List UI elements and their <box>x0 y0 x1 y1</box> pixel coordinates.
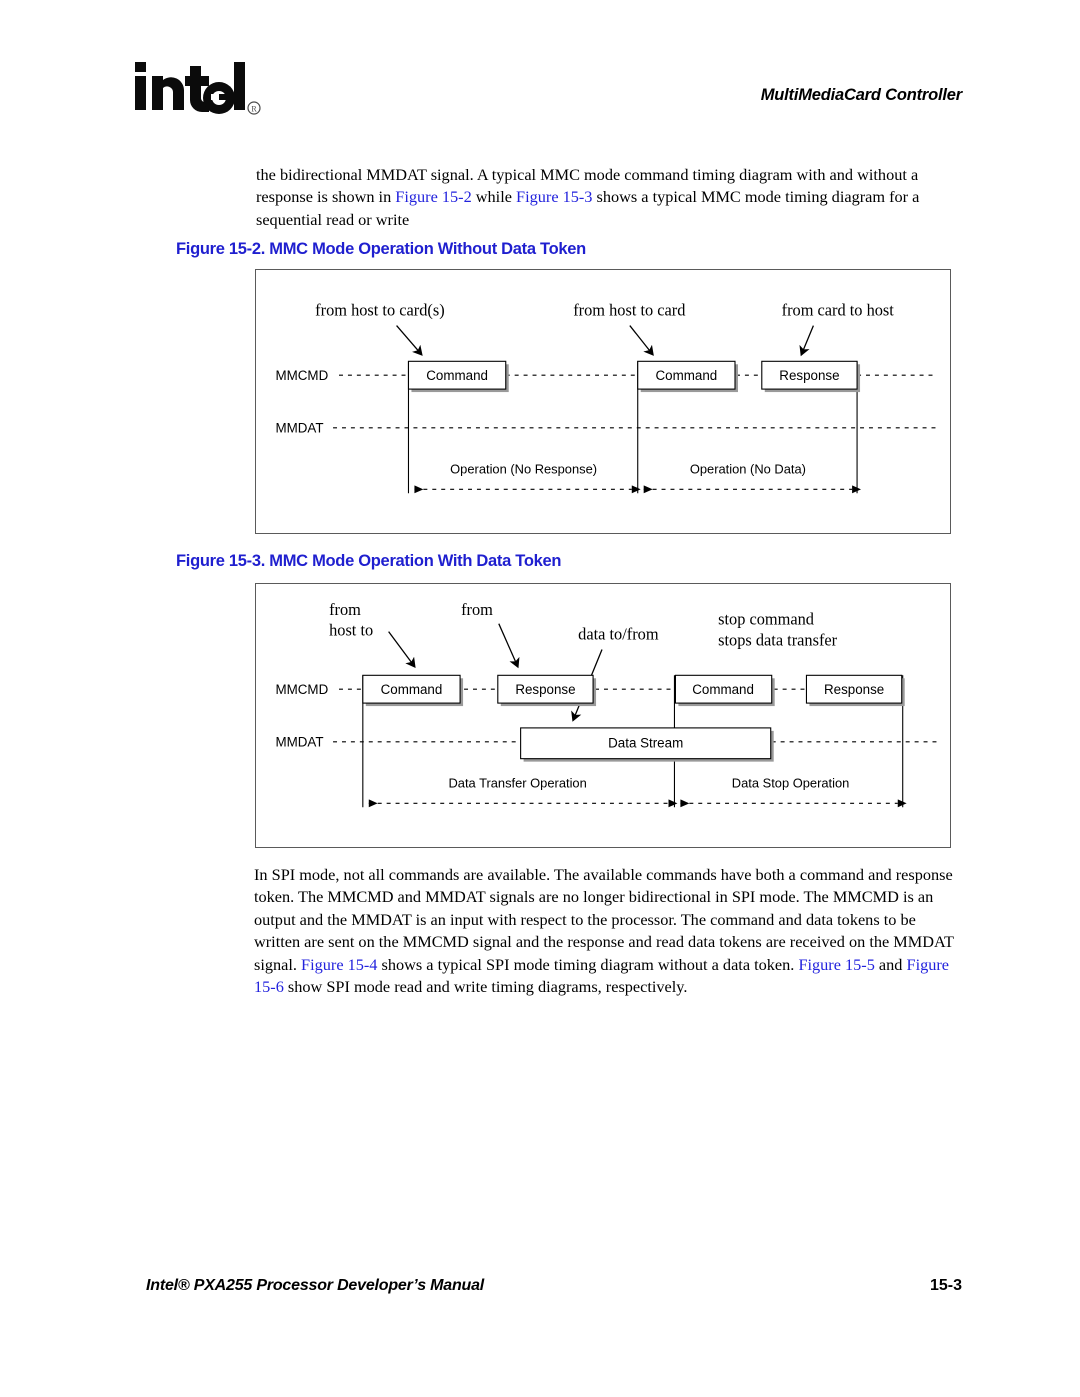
annotation-arrow-3 <box>799 325 814 357</box>
intel-logo: R <box>133 58 263 130</box>
spi-text-part-2: shows a typical SPI mode timing diagram … <box>377 954 799 974</box>
page-number: 15-3 <box>929 1277 962 1294</box>
token-label-response-2: Response <box>824 682 884 697</box>
token-label-response-1: Response <box>515 682 575 697</box>
signal-label-mmdat: MMDAT <box>275 421 323 436</box>
xref-figure-15-4[interactable]: Figure 15-4 <box>301 955 377 974</box>
figure-15-2-diagram: from host to card(s) from host to card f… <box>255 269 951 534</box>
svg-text:R: R <box>251 105 257 114</box>
operation-label-no-data: Operation (No Data) <box>690 461 806 476</box>
annotation-from-host-to-line1: from <box>329 600 361 619</box>
token-label-command-1: Command <box>426 368 488 383</box>
operation-label-data-stop: Data Stop Operation <box>732 775 850 790</box>
token-label-response-1: Response <box>779 368 839 383</box>
figure-15-2-caption: Figure 15-2. MMC Mode Operation Without … <box>176 240 586 258</box>
annotation-from-host-to-card: from host to card <box>573 301 685 320</box>
annotation-stop-command-line2: stops data transfer <box>718 631 838 650</box>
annotation-arrow-1 <box>396 325 423 356</box>
signal-label-mmdat: MMDAT <box>275 735 323 750</box>
spi-text-part-3: and <box>874 954 907 974</box>
annotation-from-host-to-cards: from host to card(s) <box>315 301 444 320</box>
annotation-from-card-to-host: from card to host <box>782 301 895 320</box>
data-stream-label: Data Stream <box>608 736 683 751</box>
intro-text-part-2: while <box>471 187 517 207</box>
page-header: R MultiMediaCard Controller <box>0 0 1080 150</box>
token-label-command-2: Command <box>656 368 718 383</box>
annotation-arrow-2 <box>498 623 520 669</box>
operation-label-no-response: Operation (No Response) <box>450 461 597 476</box>
figure-15-3-diagram: from host to from data to/from stop comm… <box>255 583 951 848</box>
spi-text-part-4: show SPI mode read and write timing diag… <box>283 977 688 997</box>
xref-figure-15-3[interactable]: Figure 15-3 <box>516 187 592 206</box>
chapter-title: MultiMediaCard Controller <box>760 86 962 104</box>
xref-figure-15-5[interactable]: Figure 15-5 <box>798 955 874 974</box>
spi-paragraph: In SPI mode, not all commands are availa… <box>254 864 960 998</box>
annotation-from-line1: from <box>461 600 493 619</box>
token-label-command-1: Command <box>381 682 443 697</box>
intro-paragraph: the bidirectional MMDAT signal. A typica… <box>256 164 956 231</box>
xref-figure-15-2[interactable]: Figure 15-2 <box>395 187 471 206</box>
manual-title: Intel® PXA255 Processor Developer’s Manu… <box>146 1277 485 1294</box>
annotation-arrow-1 <box>388 631 416 668</box>
figure-15-3-caption: Figure 15-3. MMC Mode Operation With Dat… <box>176 552 562 570</box>
operation-label-data-transfer: Data Transfer Operation <box>449 775 587 790</box>
page-footer: Intel® PXA255 Processor Developer’s Manu… <box>0 1277 1080 1307</box>
signal-label-mmcmd: MMCMD <box>275 682 328 697</box>
token-label-command-2: Command <box>692 682 754 697</box>
annotation-data-to-from: data to/from <box>578 625 659 644</box>
signal-label-mmcmd: MMCMD <box>275 368 328 383</box>
annotation-arrow-2 <box>629 325 654 356</box>
annotation-from-host-to-line2: host to <box>329 621 373 640</box>
annotation-stop-command-line1: stop command <box>718 610 814 629</box>
